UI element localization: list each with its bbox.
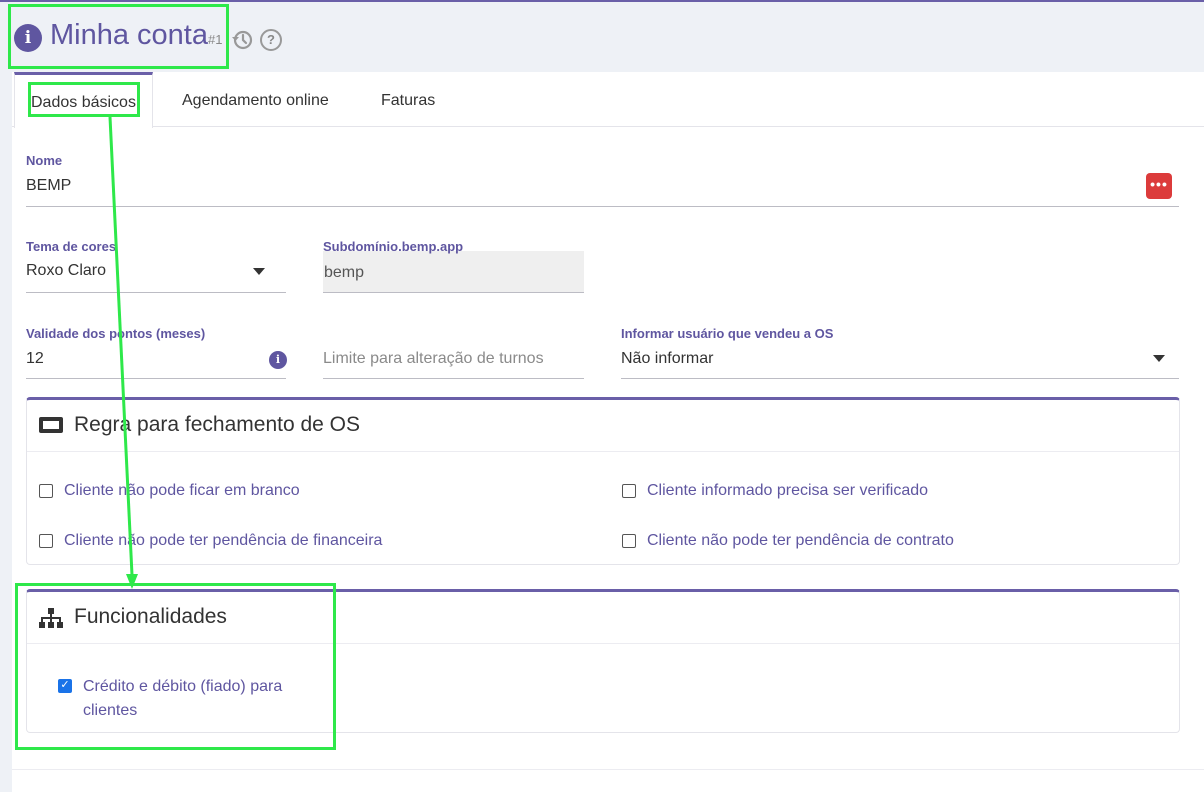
arrow-connector xyxy=(108,116,138,589)
